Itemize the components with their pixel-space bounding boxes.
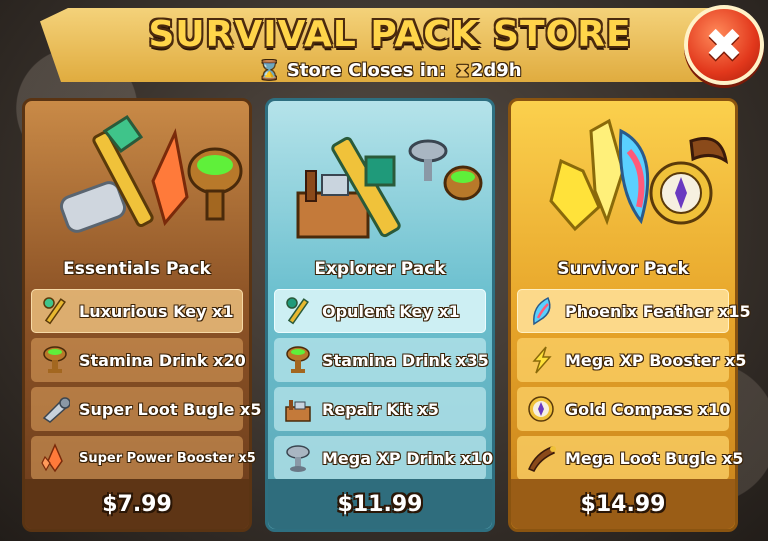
item-label: Super Loot Bugle x5 — [79, 399, 262, 419]
close-icon: ✖ — [704, 18, 744, 72]
list-item: Phoenix Feather x15 — [517, 289, 751, 333]
item-label: Mega XP Drink x10 — [322, 448, 494, 468]
item-label: Luxurious Key x1 — [79, 301, 234, 321]
price-label: $11.99 — [337, 491, 423, 517]
toolbox-icon — [282, 393, 314, 425]
item-label: Mega XP Booster x5 — [565, 350, 747, 370]
pack-card-essentials[interactable]: Essentials Pack Luxurious Key x1 Stamina… — [22, 98, 261, 532]
key-icon — [39, 295, 71, 327]
list-item: Repair Kit x5 — [274, 387, 486, 431]
compass-icon — [525, 393, 557, 425]
lightning-icon — [525, 344, 557, 376]
list-item: Stamina Drink x35 — [274, 338, 489, 382]
store-title: SURVIVAL PACK STORE — [148, 14, 632, 55]
item-label: Repair Kit x5 — [322, 399, 439, 419]
pack-item-list: Luxurious Key x1 Stamina Drink x20 Super… — [31, 289, 261, 485]
list-item: Super Loot Bugle x5 — [31, 387, 261, 431]
close-button[interactable]: ✖ — [684, 5, 764, 85]
pack-item-list: Phoenix Feather x15 Mega XP Booster x5 G… — [517, 289, 751, 485]
cup-icon — [282, 442, 314, 474]
list-item: Luxurious Key x1 — [31, 289, 243, 333]
horn-icon — [525, 442, 557, 474]
key-icon — [282, 295, 314, 327]
item-label: Super Power Booster x5 — [79, 450, 256, 466]
goblet-icon — [282, 344, 314, 376]
feather-icon — [525, 295, 557, 327]
bugle-icon — [39, 393, 71, 425]
item-label: Stamina Drink x35 — [322, 350, 489, 370]
list-item: Mega XP Booster x5 — [517, 338, 746, 382]
list-item: Gold Compass x10 — [517, 387, 731, 431]
store-timer: ⌛ Store Closes in: ⧗ 2d9h — [40, 60, 740, 81]
crystal-icon — [39, 442, 71, 474]
survivor-pack-art — [521, 111, 729, 251]
pack-card-survivor[interactable]: Survivor Pack Phoenix Feather x15 Mega X… — [508, 98, 751, 532]
price-label: $7.99 — [102, 491, 172, 517]
pack-name: Explorer Pack — [314, 259, 446, 279]
item-label: Phoenix Feather x15 — [565, 301, 751, 321]
list-item: Opulent Key x1 — [274, 289, 486, 333]
pack-name: Survivor Pack — [557, 259, 689, 279]
list-item: Mega Loot Bugle x5 — [517, 436, 743, 480]
explorer-pack-art — [278, 111, 483, 251]
buy-button[interactable]: $14.99 — [511, 479, 735, 529]
hourglass-icon: ⌛ — [258, 60, 281, 81]
hourglass-icon: ⧗ — [456, 60, 469, 81]
title-banner: SURVIVAL PACK STORE ⌛ Store Closes in: ⧗ 2… — [40, 8, 740, 82]
pack-card-explorer[interactable]: Explorer Pack Opulent Key x1 Stamina Dri… — [265, 98, 495, 532]
list-item: Mega XP Drink x10 — [274, 436, 493, 480]
list-item: Stamina Drink x20 — [31, 338, 246, 382]
pack-item-list: Opulent Key x1 Stamina Drink x35 Repair … — [274, 289, 493, 485]
buy-button[interactable]: $11.99 — [268, 479, 492, 529]
item-label: Gold Compass x10 — [565, 399, 731, 419]
goblet-icon — [39, 344, 71, 376]
price-label: $14.99 — [580, 491, 666, 517]
item-label: Stamina Drink x20 — [79, 350, 246, 370]
item-label: Opulent Key x1 — [322, 301, 460, 321]
timer-value: 2d9h — [470, 60, 522, 81]
pack-name: Essentials Pack — [63, 259, 211, 279]
timer-label: Store Closes in: — [286, 60, 446, 81]
essentials-pack-art — [35, 111, 243, 251]
item-label: Mega Loot Bugle x5 — [565, 448, 744, 468]
buy-button[interactable]: $7.99 — [25, 479, 249, 529]
list-item: Super Power Booster x5 — [31, 436, 256, 480]
